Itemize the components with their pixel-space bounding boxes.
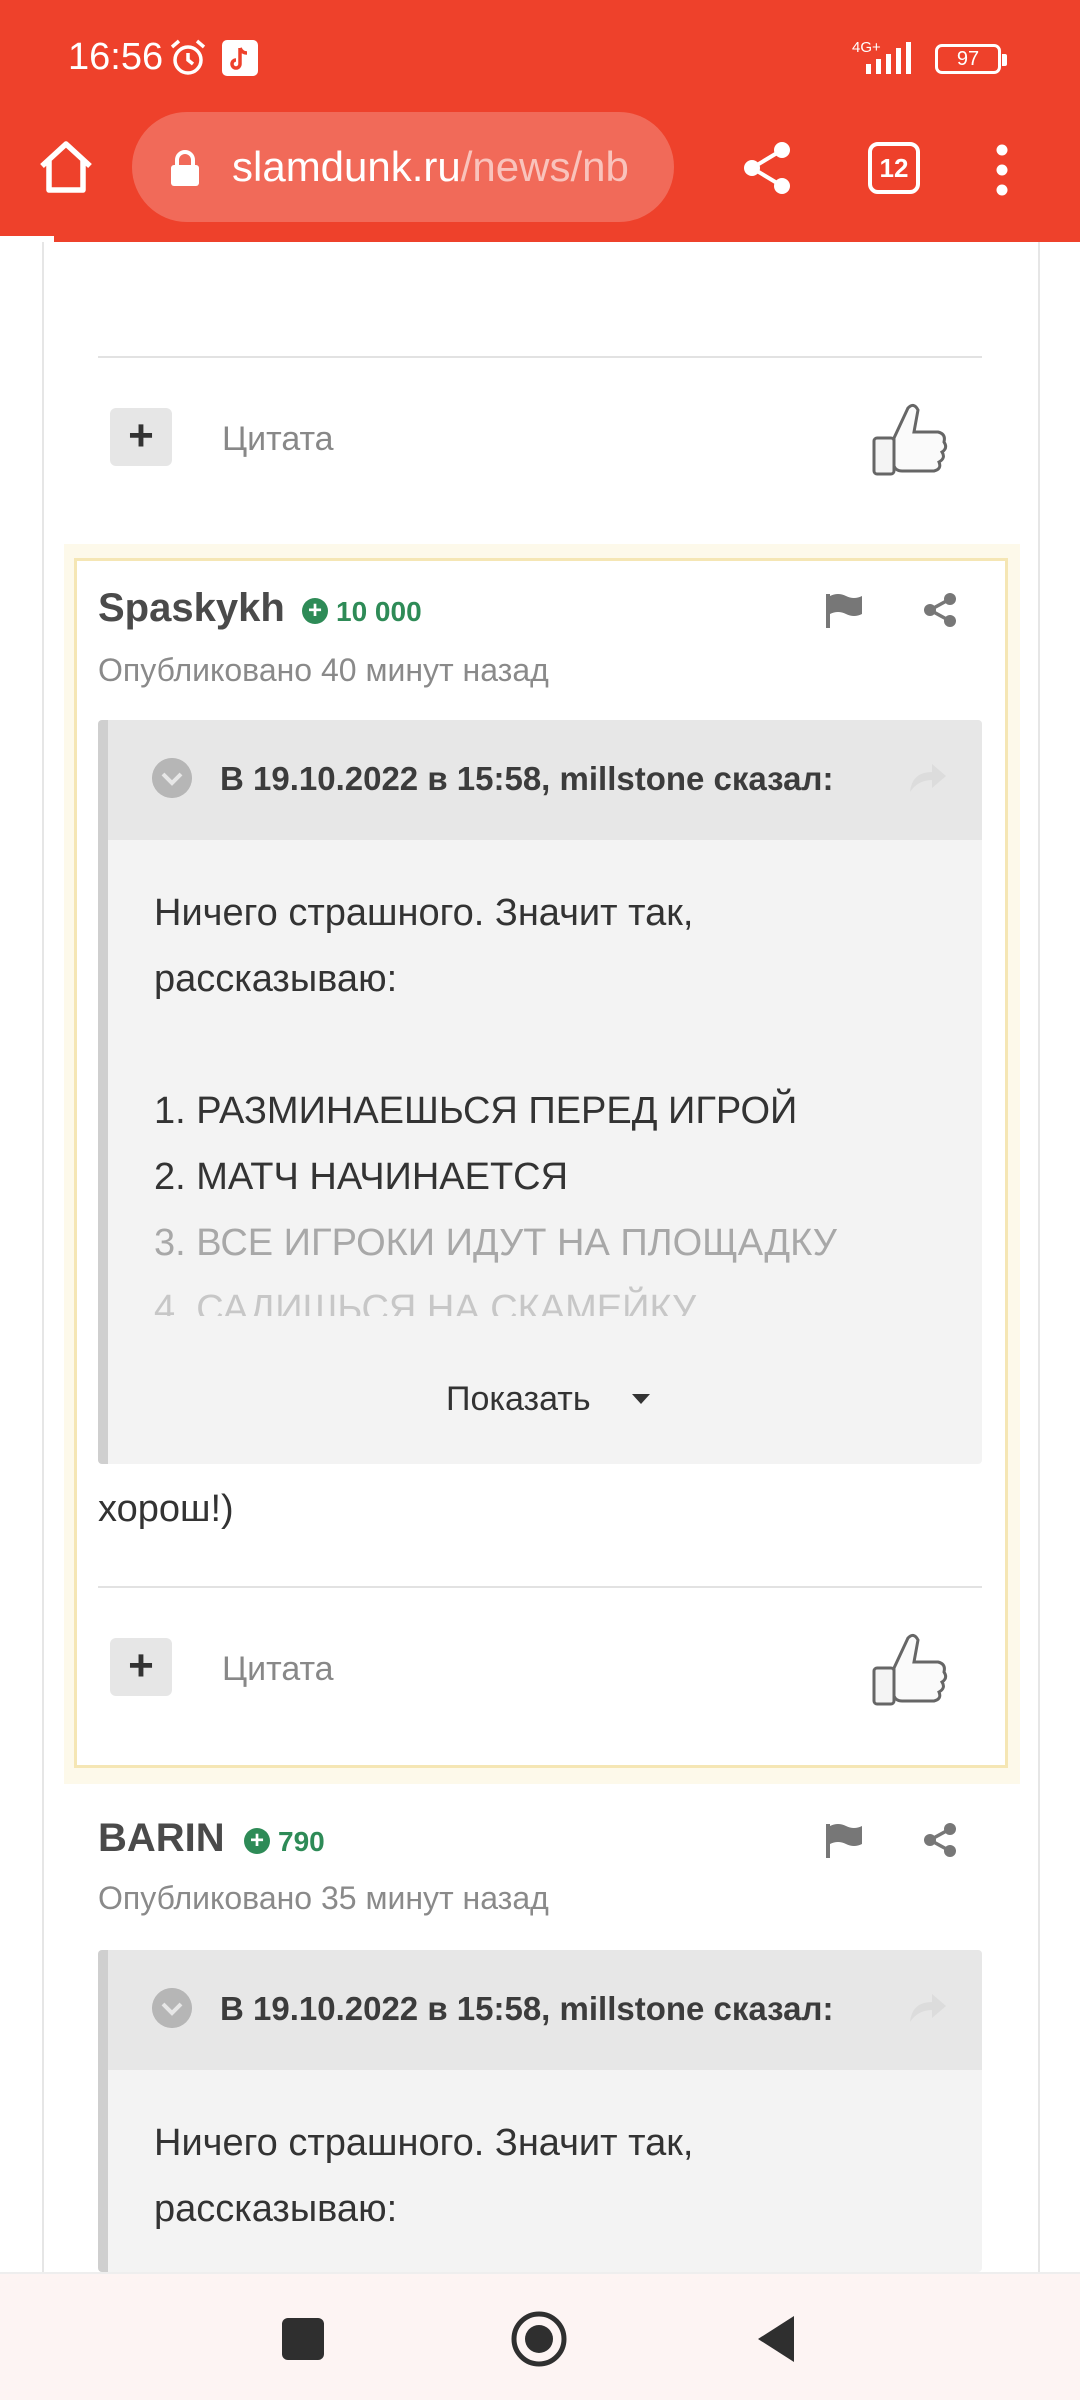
battery-icon: 97	[935, 44, 1007, 74]
browser-toolbar: 16:56 4G+ 97 slamdunk.ru/news/nb 12	[0, 0, 1080, 242]
reputation-plus-icon: +	[244, 1828, 270, 1854]
quote-citation: В 19.10.2022 в 15:58, millstone сказал:	[220, 760, 834, 797]
quote-text: Ничего страшного. Значит так, рассказыва…	[154, 2110, 693, 2242]
quote-line: Ничего страшного. Значит так,	[154, 2122, 694, 2164]
blockquote: В 19.10.2022 в 15:58, millstone сказал: …	[98, 1950, 982, 2272]
multiquote-button[interactable]: +	[110, 1638, 172, 1696]
report-flag-icon[interactable]	[824, 1822, 864, 1858]
tiktok-notification-icon	[222, 40, 258, 76]
status-time: 16:56	[68, 36, 164, 78]
quote-header[interactable]: В 19.10.2022 в 15:58, millstone сказал:	[108, 1950, 982, 2070]
more-menu-icon[interactable]	[990, 140, 1014, 200]
quote-line: 2. МАТЧ НАЧИНАЕТСЯ	[154, 1156, 569, 1198]
tab-switcher-button[interactable]: 12	[868, 142, 920, 194]
quote-line: рассказываю:	[154, 958, 398, 1000]
url-domain: slamdunk.ru	[232, 143, 461, 190]
divider	[98, 356, 982, 358]
share-post-icon[interactable]	[922, 592, 958, 628]
report-flag-icon[interactable]	[824, 592, 864, 628]
share-icon[interactable]	[740, 140, 796, 196]
reputation-plus-icon: +	[302, 598, 328, 624]
quote-header[interactable]: В 19.10.2022 в 15:58, millstone сказал:	[108, 720, 982, 840]
home-circle-icon[interactable]	[510, 2310, 568, 2368]
lock-icon	[171, 150, 199, 186]
system-nav-bar	[0, 2272, 1080, 2400]
svg-text:4G+: 4G+	[852, 39, 881, 56]
reputation-count: 10 000	[336, 596, 422, 627]
quote-line: 4. САДИШЬСЯ НА СКАМЕЙКУ	[154, 1288, 697, 1316]
collapse-quote-icon[interactable]	[152, 758, 192, 798]
divider	[98, 1586, 982, 1588]
url-path: /news/nb	[460, 143, 629, 190]
alarm-icon	[170, 39, 206, 75]
back-triangle-icon[interactable]	[756, 2314, 796, 2364]
collapse-quote-icon[interactable]	[152, 1988, 192, 2028]
go-to-quoted-icon[interactable]	[908, 762, 948, 794]
address-bar[interactable]: slamdunk.ru/news/nb	[132, 112, 674, 222]
post-date: Опубликовано 35 минут назад	[98, 1880, 549, 1916]
post-author[interactable]: Spaskykh	[98, 586, 285, 631]
go-to-quoted-icon[interactable]	[908, 1992, 948, 2024]
quote-link[interactable]: Цитата	[222, 1650, 334, 1689]
post-author[interactable]: BARIN	[98, 1816, 225, 1861]
thumbs-up-icon[interactable]	[868, 1628, 950, 1714]
quote-line: Ничего страшного. Значит так,	[154, 892, 694, 934]
quote-line: рассказываю:	[154, 2188, 398, 2230]
show-more-label: Показать	[446, 1380, 591, 1418]
recents-button[interactable]	[282, 2318, 324, 2360]
post-date: Опубликовано 40 минут назад	[98, 652, 549, 688]
signal-icon: 4G+	[852, 39, 911, 74]
quote-text: Ничего страшного. Значит так, рассказыва…	[154, 880, 837, 1316]
url-text: slamdunk.ru/news/nb	[232, 140, 652, 194]
quote-line: 1. РАЗМИНАЕШЬСЯ ПЕРЕД ИГРОЙ	[154, 1090, 798, 1132]
caret-down-icon	[632, 1394, 650, 1404]
home-icon[interactable]	[36, 136, 96, 196]
multiquote-button[interactable]: +	[110, 408, 172, 466]
blockquote: В 19.10.2022 в 15:58, millstone сказал: …	[98, 720, 982, 1464]
quote-link[interactable]: Цитата	[222, 420, 334, 459]
share-post-icon[interactable]	[922, 1822, 958, 1858]
post-body-text: хорош!)	[98, 1488, 234, 1530]
show-more-button[interactable]: Показать	[446, 1380, 666, 1430]
reputation-count: 790	[278, 1826, 325, 1857]
quote-citation: В 19.10.2022 в 15:58, millstone сказал:	[220, 1990, 834, 2027]
thumbs-up-icon[interactable]	[868, 398, 950, 484]
quote-line: 3. ВСЕ ИГРОКИ ИДУТ НА ПЛОЩАДКУ	[154, 1222, 837, 1264]
